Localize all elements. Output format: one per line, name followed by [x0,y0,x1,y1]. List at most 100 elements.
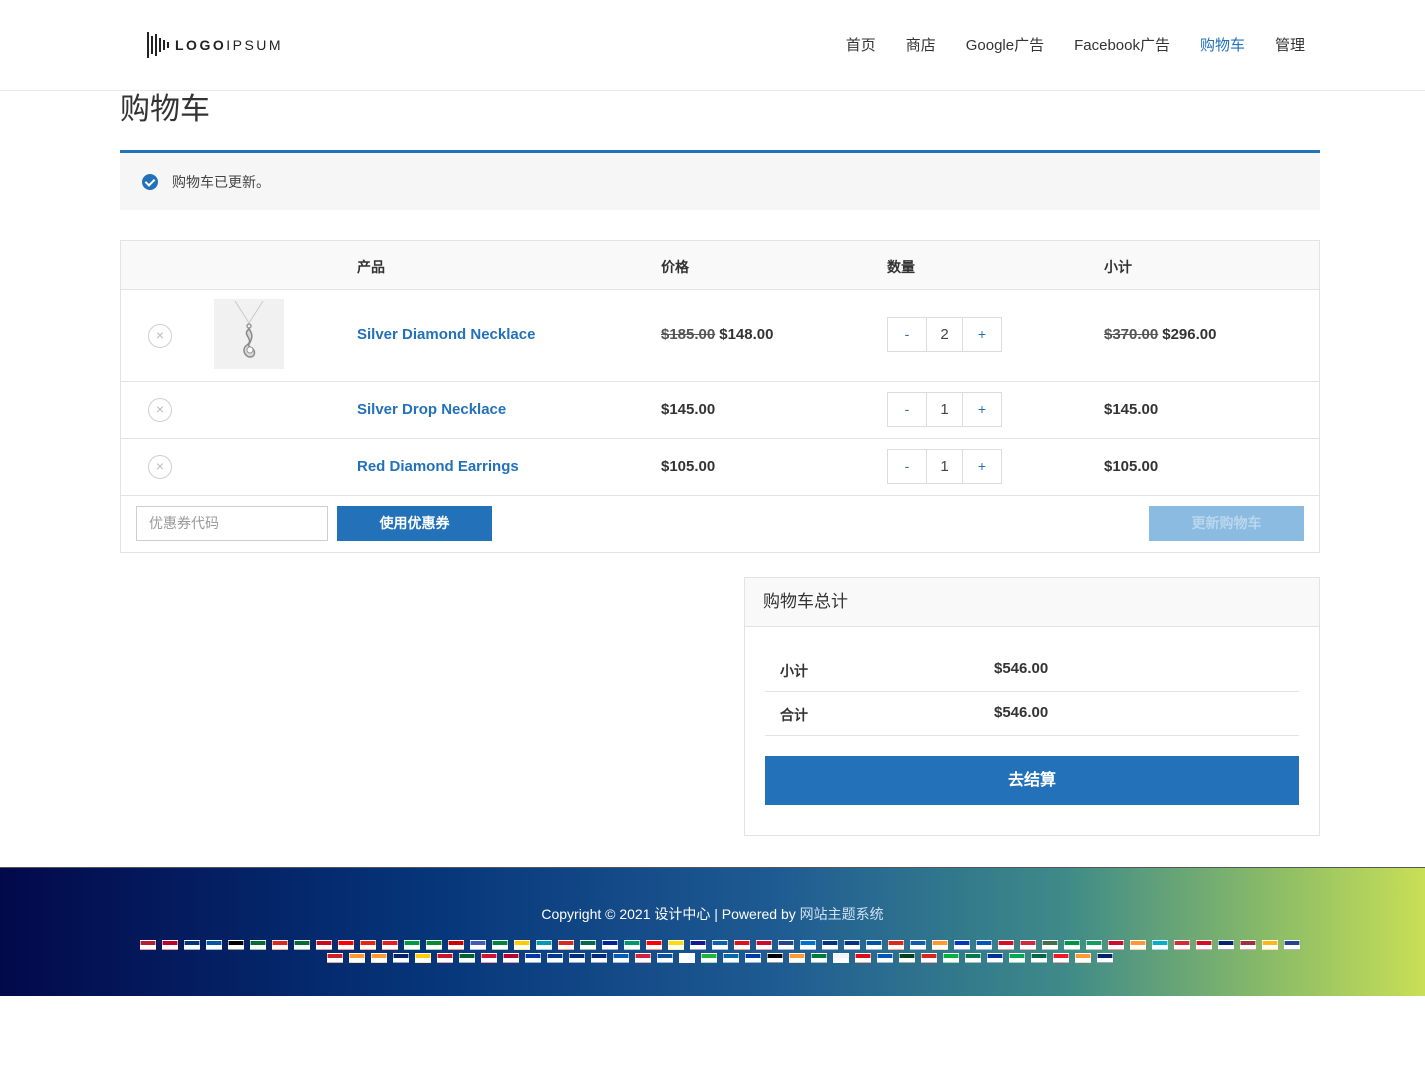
language-flag-icon[interactable] [349,953,365,963]
language-flag-icon[interactable] [701,953,717,963]
language-flag-icon[interactable] [1009,953,1025,963]
language-flag-icon[interactable] [734,940,750,950]
language-flag-icon[interactable] [338,940,354,950]
qty-decrease-button[interactable]: - [888,393,926,426]
language-flag-icon[interactable] [657,953,673,963]
language-flag-icon[interactable] [1130,940,1146,950]
language-flag-icon[interactable] [1218,940,1234,950]
language-flag-icon[interactable] [778,940,794,950]
nav-item-google-ads[interactable]: Google广告 [966,36,1044,56]
language-flag-icon[interactable] [426,940,442,950]
nav-item-admin[interactable]: 管理 [1275,36,1305,56]
language-flag-icon[interactable] [833,953,849,963]
language-flag-icon[interactable] [272,940,288,950]
apply-coupon-button[interactable]: 使用优惠券 [337,506,492,541]
remove-item-icon[interactable]: × [148,398,172,422]
product-name-link[interactable]: Silver Diamond Necklace [357,326,535,343]
update-cart-button[interactable]: 更新购物车 [1149,506,1304,541]
coupon-code-input[interactable]: 优惠券代码 [136,506,328,541]
language-flag-icon[interactable] [503,953,519,963]
language-flag-icon[interactable] [1152,940,1168,950]
language-flag-icon[interactable] [1042,940,1058,950]
language-flag-icon[interactable] [492,940,508,950]
language-flag-icon[interactable] [602,940,618,950]
language-flag-icon[interactable] [294,940,310,950]
language-flag-icon[interactable] [745,953,761,963]
product-name-link[interactable]: Silver Drop Necklace [357,401,506,418]
language-flag-icon[interactable] [1086,940,1102,950]
language-flag-icon[interactable] [459,953,475,963]
language-flag-icon[interactable] [1262,940,1278,950]
qty-increase-button[interactable]: + [963,318,1001,351]
language-flag-icon[interactable] [184,940,200,950]
remove-item-icon[interactable]: × [148,455,172,479]
language-flag-icon[interactable] [206,940,222,950]
language-flag-icon[interactable] [932,940,948,950]
language-flag-icon[interactable] [140,940,156,950]
language-flag-icon[interactable] [1240,940,1256,950]
language-flag-icon[interactable] [404,940,420,950]
language-flag-icon[interactable] [1097,953,1113,963]
language-flag-icon[interactable] [756,940,772,950]
language-flag-icon[interactable] [382,940,398,950]
qty-increase-button[interactable]: + [963,450,1001,483]
language-flag-icon[interactable] [525,953,541,963]
language-flag-icon[interactable] [580,940,596,950]
language-flag-icon[interactable] [591,953,607,963]
checkout-button[interactable]: 去结算 [765,756,1299,805]
language-flag-icon[interactable] [910,940,926,950]
language-flag-icon[interactable] [943,953,959,963]
language-flag-icon[interactable] [998,940,1014,950]
language-flag-icon[interactable] [316,940,332,950]
qty-input[interactable]: 2 [926,318,963,351]
language-flag-icon[interactable] [712,940,728,950]
language-flag-icon[interactable] [635,953,651,963]
language-flag-icon[interactable] [679,953,695,963]
language-flag-icon[interactable] [855,953,871,963]
language-flag-icon[interactable] [921,953,937,963]
language-flag-icon[interactable] [228,940,244,950]
language-flag-icon[interactable] [877,953,893,963]
language-flag-icon[interactable] [822,940,838,950]
language-flag-icon[interactable] [811,953,827,963]
powered-by-link[interactable]: 网站主题系统 [800,906,884,922]
language-flag-icon[interactable] [514,940,530,950]
language-flag-icon[interactable] [976,940,992,950]
language-flag-icon[interactable] [723,953,739,963]
language-flag-icon[interactable] [1174,940,1190,950]
language-flag-icon[interactable] [844,940,860,950]
language-flag-icon[interactable] [866,940,882,950]
language-flag-icon[interactable] [1108,940,1124,950]
language-flag-icon[interactable] [371,953,387,963]
language-flag-icon[interactable] [481,953,497,963]
language-flag-icon[interactable] [415,953,431,963]
language-flag-icon[interactable] [965,953,981,963]
language-flag-icon[interactable] [437,953,453,963]
qty-decrease-button[interactable]: - [888,450,926,483]
language-flag-icon[interactable] [1064,940,1080,950]
language-flag-icon[interactable] [888,940,904,950]
product-name-link[interactable]: Red Diamond Earrings [357,458,519,475]
language-flag-icon[interactable] [767,953,783,963]
language-flag-icon[interactable] [899,953,915,963]
language-flag-icon[interactable] [569,953,585,963]
language-flag-icon[interactable] [162,940,178,950]
language-flag-icon[interactable] [1196,940,1212,950]
language-flag-icon[interactable] [1284,940,1300,950]
nav-item-cart[interactable]: 购物车 [1200,36,1245,56]
language-flag-icon[interactable] [547,953,563,963]
remove-item-icon[interactable]: × [148,324,172,348]
language-flag-icon[interactable] [1053,953,1069,963]
language-flag-icon[interactable] [470,940,486,950]
qty-input[interactable]: 1 [926,393,963,426]
language-flag-icon[interactable] [250,940,266,950]
language-flag-icon[interactable] [360,940,376,950]
language-flag-icon[interactable] [613,953,629,963]
language-flag-icon[interactable] [668,940,684,950]
qty-decrease-button[interactable]: - [888,318,926,351]
nav-item-shop[interactable]: 商店 [906,36,936,56]
language-flag-icon[interactable] [624,940,640,950]
language-flag-icon[interactable] [690,940,706,950]
language-flag-icon[interactable] [800,940,816,950]
language-flag-icon[interactable] [536,940,552,950]
